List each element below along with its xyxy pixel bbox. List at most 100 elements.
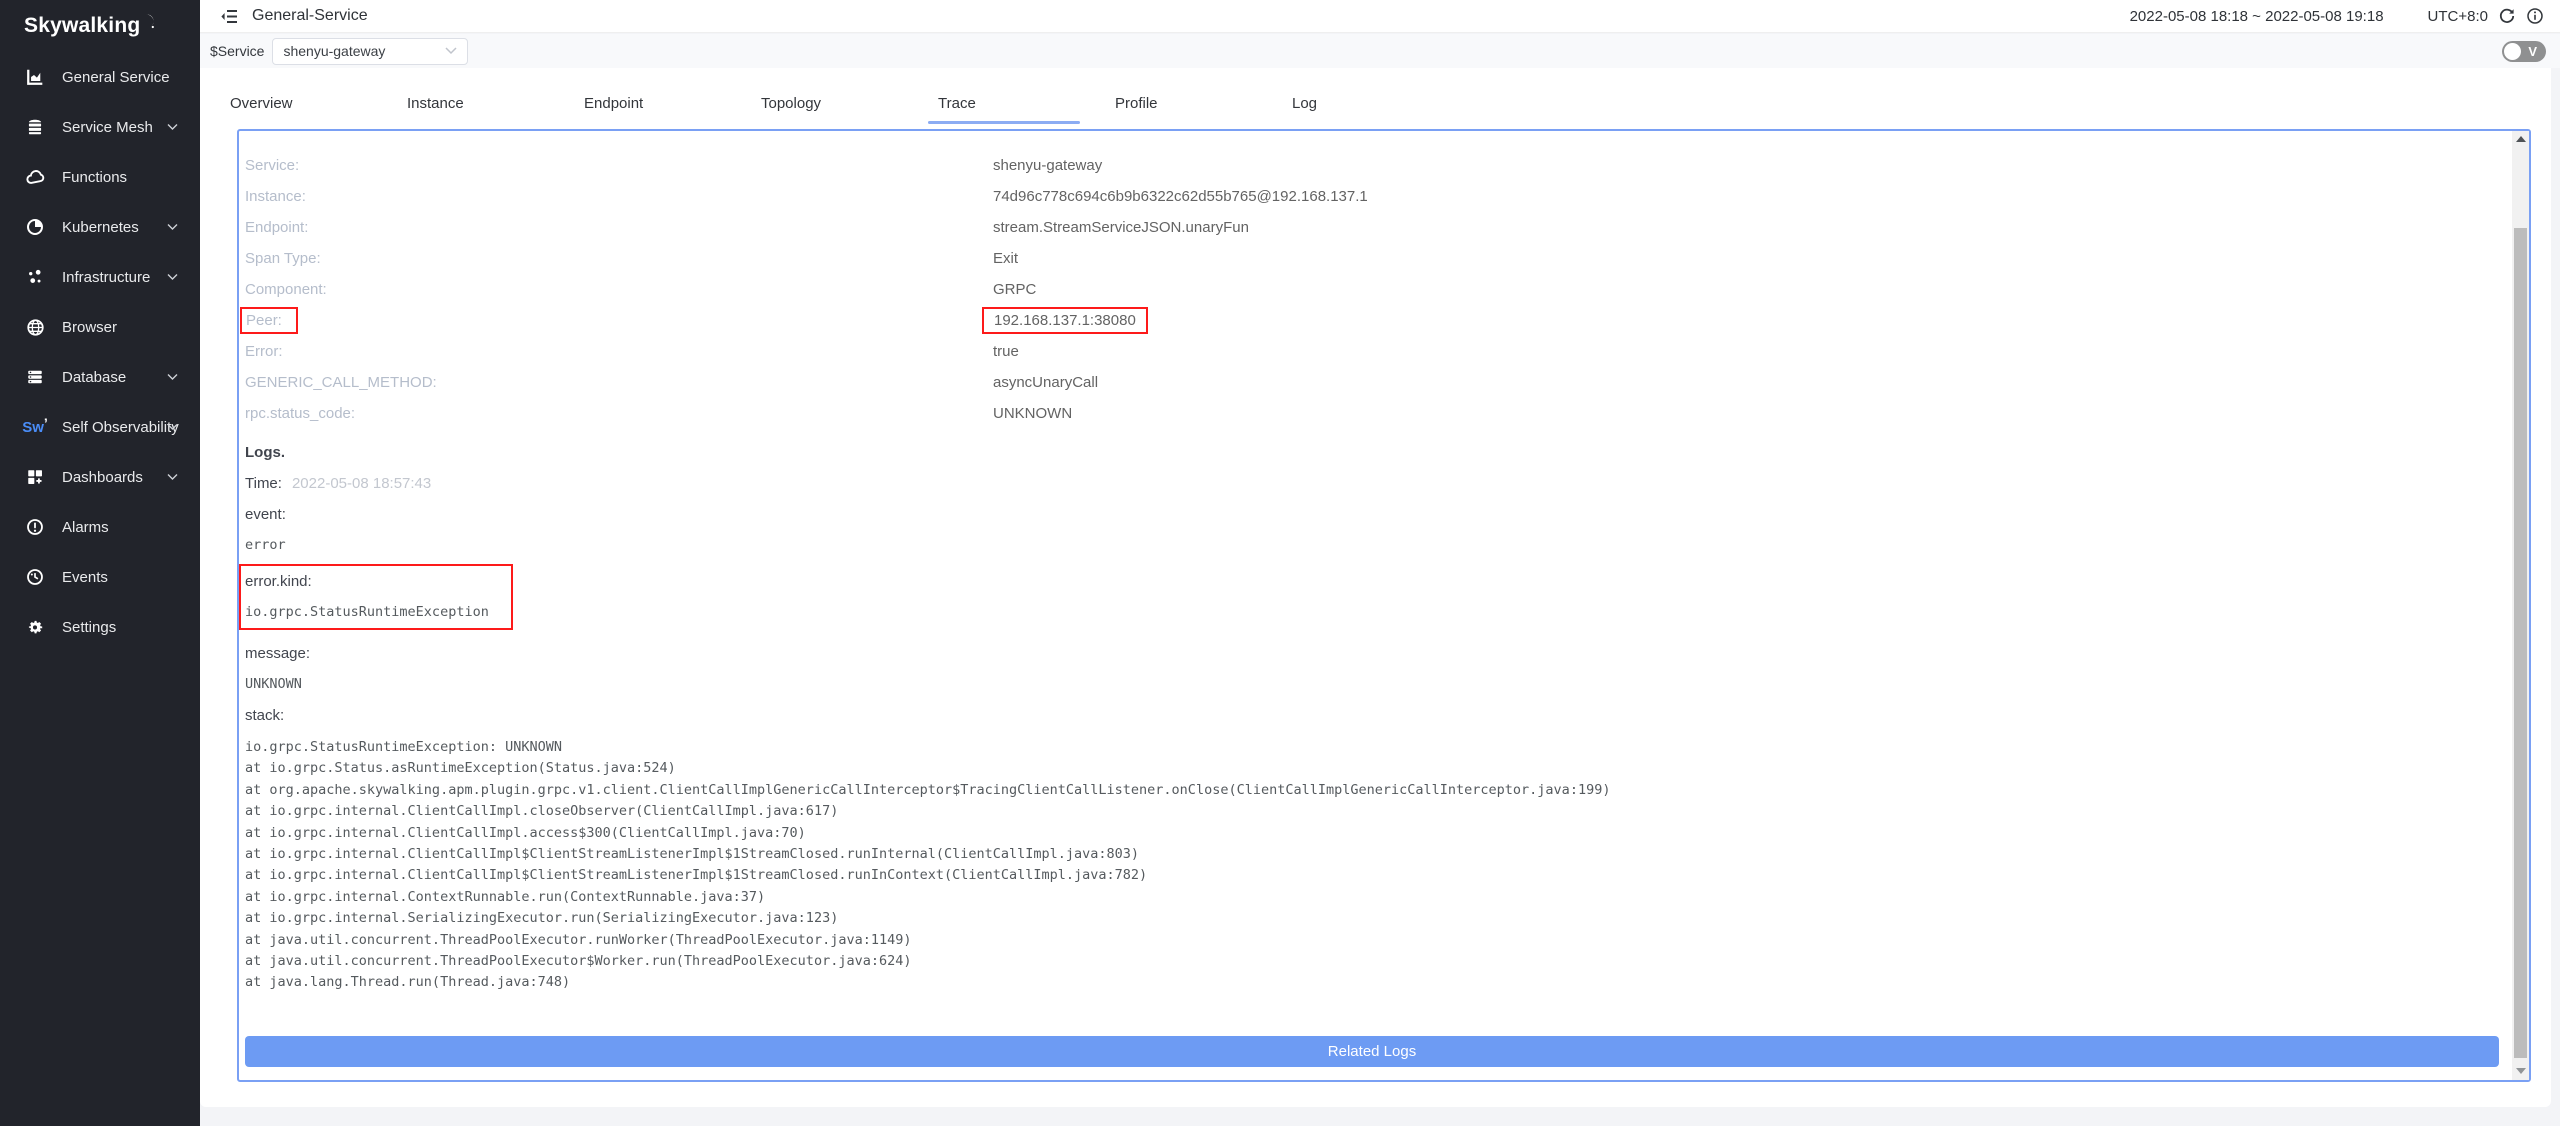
sidebar-item-alarms[interactable]: Alarms xyxy=(0,502,200,552)
service-selector-label: $Service xyxy=(210,43,264,59)
field-value: asyncUnaryCall xyxy=(993,374,1098,391)
logs-heading: Logs. xyxy=(245,437,2503,468)
log-tag-value: error xyxy=(245,530,2503,561)
scroll-down-arrow-icon[interactable] xyxy=(2516,1068,2526,1074)
sidebar-collapse-icon[interactable] xyxy=(220,8,239,25)
toggle-knob xyxy=(2504,43,2521,60)
log-stack-key: stack: xyxy=(245,700,2503,731)
span-detail-content: Service:shenyu-gateway Instance:74d96c77… xyxy=(245,131,2503,1067)
stack-trace-line: at io.grpc.internal.ContextRunnable.run(… xyxy=(245,887,2503,908)
stack-trace-line: io.grpc.StatusRuntimeException: UNKNOWN xyxy=(245,737,2503,758)
tab-bar: Overview Instance Endpoint Topology Trac… xyxy=(230,74,1469,132)
related-logs-button[interactable]: Related Logs xyxy=(245,1036,2499,1067)
toggle-label: V xyxy=(2528,44,2537,59)
field-row: rpc.status_code:UNKNOWN xyxy=(245,398,2503,429)
field-label: Service: xyxy=(245,157,993,174)
field-value: GRPC xyxy=(993,281,1036,298)
version-toggle[interactable]: V xyxy=(2502,41,2546,62)
app-logo: Skywalking xyxy=(0,0,200,52)
log-tag-key: error.kind: xyxy=(245,566,489,597)
dashboard-grid-plus-icon xyxy=(25,467,45,487)
sidebar-item-label: Kubernetes xyxy=(62,219,139,236)
stack-trace-line: at io.grpc.internal.ClientCallImpl.acces… xyxy=(245,823,2503,844)
tab-trace[interactable]: Trace xyxy=(938,74,1115,132)
field-value: true xyxy=(993,343,1019,360)
sidebar-item-browser[interactable]: Browser xyxy=(0,302,200,352)
sidebar-item-dashboards[interactable]: Dashboards xyxy=(0,452,200,502)
sidebar-item-label: Self Observability xyxy=(62,419,179,436)
stack-trace-line: at java.lang.Thread.run(Thread.java:748) xyxy=(245,972,2503,993)
sidebar: Skywalking General Service Service Mesh … xyxy=(0,0,200,1126)
sidebar-item-events[interactable]: Events xyxy=(0,552,200,602)
sidebar-item-settings[interactable]: Settings xyxy=(0,602,200,652)
top-header: General-Service 2022-05-08 18:18 ~ 2022-… xyxy=(200,0,2560,33)
highlight-box-peer-value: 192.168.137.1:38080 xyxy=(982,307,1148,334)
chevron-down-icon xyxy=(167,474,178,481)
sidebar-item-self-observability[interactable]: Sw Self Observability xyxy=(0,402,200,452)
sidebar-item-service-mesh[interactable]: Service Mesh xyxy=(0,102,200,152)
field-value: shenyu-gateway xyxy=(993,157,1102,174)
sidebar-item-label: Database xyxy=(62,369,126,386)
field-value: stream.StreamServiceJSON.unaryFun xyxy=(993,219,1249,236)
field-value: Exit xyxy=(993,250,1018,267)
panel-scrollbar[interactable] xyxy=(2512,131,2529,1080)
sidebar-item-label: Settings xyxy=(62,619,116,636)
chevron-down-icon xyxy=(167,224,178,231)
time-range-picker[interactable]: 2022-05-08 18:18 ~ 2022-05-08 19:18 xyxy=(2130,8,2384,25)
span-detail-panel: Service:shenyu-gateway Instance:74d96c77… xyxy=(237,129,2531,1082)
app-logo-text: Skywalking xyxy=(24,14,140,38)
stack-trace: io.grpc.StatusRuntimeException: UNKNOWN … xyxy=(245,737,2503,994)
sidebar-item-infrastructure[interactable]: Infrastructure xyxy=(0,252,200,302)
highlight-box-peer-label: Peer: xyxy=(240,307,298,334)
field-label: Instance: xyxy=(245,188,993,205)
stack-trace-line: at io.grpc.Status.asRuntimeException(Sta… xyxy=(245,758,2503,779)
tab-log[interactable]: Log xyxy=(1292,74,1469,132)
chevron-down-icon xyxy=(445,47,457,55)
info-icon[interactable] xyxy=(2526,7,2544,25)
log-time-label: Time: xyxy=(245,475,282,492)
log-tag-key: event: xyxy=(245,499,2503,530)
tab-endpoint[interactable]: Endpoint xyxy=(584,74,761,132)
field-row: Component:GRPC xyxy=(245,274,2503,305)
highlight-box-error-kind: error.kind: io.grpc.StatusRuntimeExcepti… xyxy=(239,564,513,630)
field-row-peer: Peer: 192.168.137.1:38080 xyxy=(245,305,2503,336)
field-label: Error: xyxy=(245,343,993,360)
field-row: Service:shenyu-gateway xyxy=(245,150,2503,181)
scroll-up-arrow-icon[interactable] xyxy=(2516,136,2526,142)
field-label: rpc.status_code: xyxy=(245,405,993,422)
layers-icon xyxy=(25,117,45,137)
gear-icon xyxy=(25,617,45,637)
pie-circle-icon xyxy=(25,217,45,237)
log-tag-value: UNKNOWN xyxy=(245,669,2503,700)
field-label: Endpoint: xyxy=(245,219,993,236)
sidebar-item-general-service[interactable]: General Service xyxy=(0,52,200,102)
sidebar-item-label: Alarms xyxy=(62,519,109,536)
sidebar-item-functions[interactable]: Functions xyxy=(0,152,200,202)
log-tag-key: message: xyxy=(245,638,2503,669)
stack-trace-line: at io.grpc.internal.ClientCallImpl.close… xyxy=(245,801,2503,822)
service-select[interactable]: shenyu-gateway xyxy=(272,38,468,65)
scrollbar-thumb[interactable] xyxy=(2514,228,2527,1058)
field-row: Error:true xyxy=(245,336,2503,367)
stack-trace-line: at io.grpc.internal.SerializingExecutor.… xyxy=(245,908,2503,929)
field-value: 192.168.137.1:38080 xyxy=(993,307,1148,334)
tab-profile[interactable]: Profile xyxy=(1115,74,1292,132)
field-label: Span Type: xyxy=(245,250,993,267)
field-value: 74d96c778c694c6b9b6322c62d55b765@192.168… xyxy=(993,188,1368,205)
sidebar-item-database[interactable]: Database xyxy=(0,352,200,402)
tab-topology[interactable]: Topology xyxy=(761,74,938,132)
sidebar-item-label: Events xyxy=(62,569,108,586)
field-label: Component: xyxy=(245,281,993,298)
chevron-down-icon xyxy=(167,124,178,131)
stack-trace-line: at java.util.concurrent.ThreadPoolExecut… xyxy=(245,930,2503,951)
globe-icon xyxy=(25,317,45,337)
tab-instance[interactable]: Instance xyxy=(407,74,584,132)
service-select-value: shenyu-gateway xyxy=(283,43,385,59)
sidebar-item-label: General Service xyxy=(62,69,170,86)
sidebar-item-kubernetes[interactable]: Kubernetes xyxy=(0,202,200,252)
tab-overview[interactable]: Overview xyxy=(230,74,407,132)
sidebar-item-label: Service Mesh xyxy=(62,119,153,136)
refresh-icon[interactable] xyxy=(2498,7,2516,25)
stack-trace-line: at org.apache.skywalking.apm.plugin.grpc… xyxy=(245,780,2503,801)
stack-trace-line: at java.util.concurrent.ThreadPoolExecut… xyxy=(245,951,2503,972)
